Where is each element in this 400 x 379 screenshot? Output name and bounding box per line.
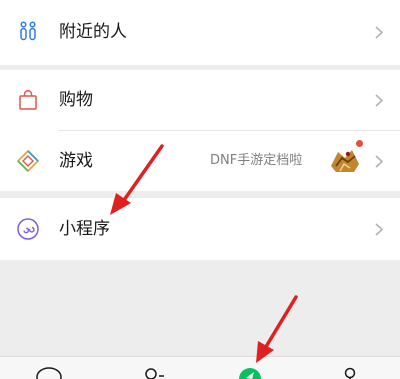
contacts-icon[interactable] — [132, 357, 172, 379]
mini-program-icon — [17, 218, 39, 240]
games-row[interactable]: 游戏 DNF手游定档啦 — [0, 128, 400, 194]
shopping-games-group: 购物 游戏 DNF手游定档啦 — [0, 70, 400, 191]
people-nearby-row[interactable]: 附近的人 — [0, 0, 400, 65]
game-diamond-icon — [16, 149, 40, 173]
chevron-right-icon — [375, 223, 383, 236]
chevron-right-icon — [375, 26, 383, 39]
shopping-row[interactable]: 购物 — [0, 67, 400, 133]
people-nearby-icon — [20, 21, 36, 41]
people-nearby-label: 附近的人 — [59, 22, 127, 42]
me-person-icon[interactable] — [330, 357, 370, 379]
mini-programs-row[interactable]: 小程序 — [0, 196, 400, 262]
notification-dot — [356, 140, 363, 147]
shopping-bag-icon — [19, 89, 37, 110]
games-promo-text: DNF手游定档啦 — [210, 153, 303, 168]
games-label: 游戏 — [59, 151, 93, 171]
bottom-tab-bar — [0, 356, 400, 379]
mini-programs-label: 小程序 — [59, 219, 110, 239]
chevron-right-icon — [375, 155, 383, 168]
chat-bubble-icon[interactable] — [29, 357, 69, 379]
mini-programs-group: 小程序 — [0, 198, 400, 260]
chevron-right-icon — [375, 94, 383, 107]
shopping-label: 购物 — [59, 90, 93, 110]
game-thumbnail-image — [331, 150, 359, 172]
people-nearby-group: 附近的人 — [0, 0, 400, 65]
discover-compass-icon[interactable] — [230, 357, 270, 379]
